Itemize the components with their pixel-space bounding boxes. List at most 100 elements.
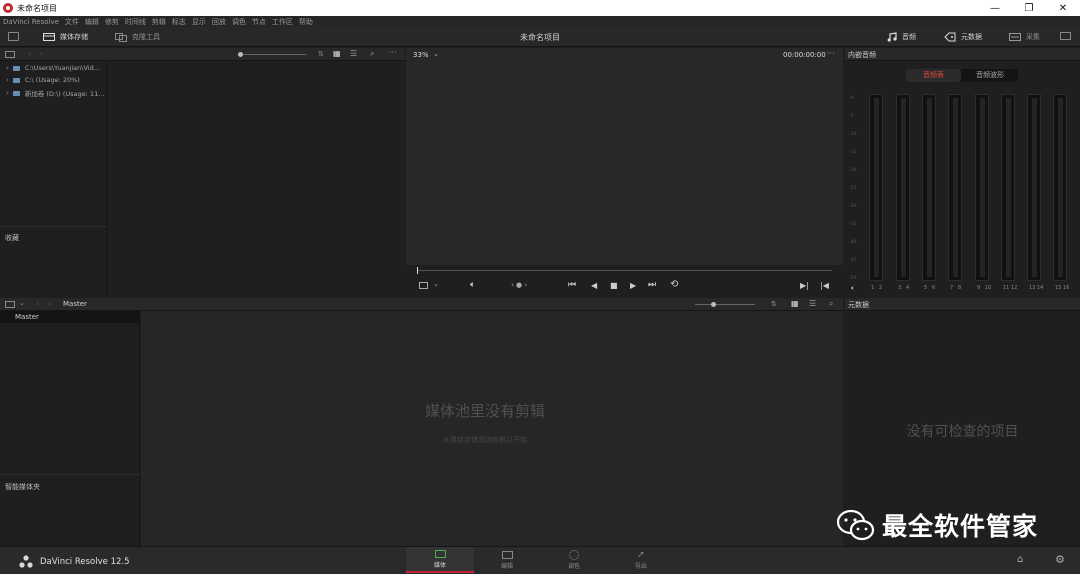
media-pool-area[interactable]: 媒体池里没有剪辑 从媒体存储添加剪辑以开始: [141, 311, 843, 546]
pool-list-view-icon[interactable]: ☰: [809, 299, 816, 308]
smart-bins-divider: [0, 474, 140, 475]
zoom-dropdown-icon[interactable]: ⌄: [433, 50, 439, 58]
search-icon[interactable]: ⌕: [370, 49, 374, 59]
menu-nodes[interactable]: 节点: [252, 17, 266, 27]
tab-audio-meters[interactable]: 音频表: [906, 69, 961, 82]
pool-zoom-handle[interactable]: [711, 302, 716, 307]
sort-icon[interactable]: ⇅: [318, 50, 324, 58]
audio-panel-header: 内嵌音频: [845, 48, 1080, 61]
mark-in-icon[interactable]: ▶|: [800, 281, 809, 290]
bin-item-label: Master: [15, 313, 39, 321]
menu-mark[interactable]: 标志: [172, 17, 186, 27]
menu-trim[interactable]: 修剪: [105, 17, 119, 27]
watermark: 最全软件管家: [836, 507, 1038, 543]
project-title: 未命名项目: [520, 33, 560, 42]
zoom-slider[interactable]: [238, 52, 306, 57]
more-options-icon[interactable]: ···: [389, 48, 397, 57]
tab-color[interactable]: 调色: [540, 547, 608, 573]
pool-grid-view-icon[interactable]: ▦: [791, 299, 799, 308]
bin-back-icon[interactable]: ‹: [36, 299, 39, 308]
channel-label: 4: [906, 285, 910, 291]
skip-to-end-icon[interactable]: ⏭︎: [648, 280, 656, 290]
viewer-display[interactable]: [406, 61, 843, 265]
settings-gear-icon[interactable]: ⚙: [1055, 553, 1065, 566]
tab-deliver[interactable]: ➚ 导出: [607, 547, 675, 573]
viewer-more-icon[interactable]: ···: [827, 49, 835, 58]
chevron-right-icon[interactable]: ›: [6, 89, 9, 97]
home-icon[interactable]: ⌂: [1017, 554, 1023, 565]
channel-label: 8: [958, 285, 962, 291]
chevron-right-icon[interactable]: ›: [6, 76, 9, 84]
bin-list-dropdown-icon[interactable]: ⌄: [19, 299, 25, 307]
skip-to-start-icon[interactable]: ⏮︎: [568, 280, 576, 290]
menu-edit[interactable]: 编辑: [85, 17, 99, 27]
media-storage-header: ‹ › ⇅ ▦ ☰ ⌕ ···: [0, 48, 405, 61]
pool-zoom-slider[interactable]: [695, 302, 755, 307]
channel-label: 7: [950, 285, 954, 291]
chevron-right-icon[interactable]: ›: [6, 64, 9, 72]
play-reverse-icon[interactable]: ◀: [591, 281, 597, 290]
channel-label: 5: [924, 285, 928, 291]
list-view-icon[interactable]: ☰: [350, 49, 357, 58]
media-storage-button[interactable]: 媒体存储: [43, 32, 88, 42]
play-icon[interactable]: ▶: [630, 281, 636, 290]
channel-label: 3: [898, 285, 902, 291]
audio-meter-bar: [948, 94, 962, 281]
close-button[interactable]: ✕: [1046, 0, 1080, 16]
tab-media[interactable]: 媒体: [406, 547, 474, 573]
tab-edit[interactable]: 编辑: [473, 547, 541, 573]
meter-scale-tick: -25: [849, 186, 857, 191]
menu-color[interactable]: 调色: [232, 17, 246, 27]
capture-button[interactable]: 采集: [1009, 32, 1040, 42]
tree-item-c-drive[interactable]: › C:\ (Usage: 20%): [6, 76, 80, 84]
menu-workspace[interactable]: 工作区: [272, 17, 293, 27]
bin-list-toggle-icon[interactable]: [5, 301, 15, 308]
sidebar-toggle-icon[interactable]: [5, 51, 15, 58]
menu-timeline[interactable]: 时间线: [125, 17, 146, 27]
loop-icon[interactable]: ⟲: [670, 279, 678, 290]
zoom-slider-handle[interactable]: [238, 52, 243, 57]
drive-icon: [12, 77, 20, 83]
viewer-size-icon[interactable]: [419, 282, 428, 289]
menu-app[interactable]: DaVinci Resolve: [3, 18, 59, 26]
volume-icon[interactable]: 🔈︎: [470, 280, 475, 290]
panel-toggle-icon[interactable]: [8, 32, 19, 41]
zoom-level[interactable]: 33%: [413, 51, 429, 59]
scrubber-track[interactable]: [417, 270, 832, 271]
channel-label: 6: [932, 285, 936, 291]
mark-out-icon[interactable]: |◀: [820, 281, 829, 290]
tab-audio-waveform[interactable]: 音频波形: [962, 69, 1018, 82]
timecode-display: 00:00:00:00: [783, 51, 826, 59]
stop-icon[interactable]: ■: [610, 281, 618, 290]
channel-label: 15: [1055, 285, 1062, 291]
menu-file[interactable]: 文件: [65, 17, 79, 27]
speaker-icon[interactable]: 🔈︎: [851, 284, 855, 293]
metadata-button[interactable]: 元数据: [944, 32, 982, 42]
bin-item-master[interactable]: Master: [0, 311, 140, 323]
tree-item-d-drive[interactable]: › 新加卷 (D:\) (Usage: 11...: [6, 88, 104, 98]
back-icon[interactable]: ‹: [28, 49, 31, 58]
playhead[interactable]: [417, 267, 418, 274]
pool-search-icon[interactable]: ⌕: [829, 299, 833, 309]
clone-tool-button[interactable]: 克隆工具: [115, 32, 160, 42]
screen-icon[interactable]: [1060, 32, 1071, 40]
channel-label: 16: [1063, 285, 1070, 291]
tree-item-videos[interactable]: › C:\Users\Yuanjian\Vid...: [6, 64, 100, 72]
maximize-button[interactable]: ❐: [1012, 0, 1046, 16]
minimize-button[interactable]: —: [978, 0, 1012, 16]
menu-help[interactable]: 帮助: [299, 17, 313, 27]
menu-view[interactable]: 显示: [192, 17, 206, 27]
forward-icon[interactable]: ›: [40, 49, 43, 58]
menu-clip[interactable]: 剪辑: [152, 17, 166, 27]
audio-button[interactable]: 音频: [887, 32, 916, 42]
tag-icon: [944, 32, 956, 42]
audio-meter-level: [1032, 98, 1037, 277]
bin-forward-icon[interactable]: ›: [48, 299, 51, 308]
media-storage-tree: › C:\Users\Yuanjian\Vid... › C:\ (Usage:…: [0, 61, 107, 297]
viewer-size-dropdown-icon[interactable]: ⌄: [433, 280, 439, 288]
edit-page-icon: [501, 550, 513, 559]
grid-view-icon[interactable]: ▦: [333, 49, 341, 58]
pool-sort-icon[interactable]: ⇅: [771, 300, 777, 308]
menu-playback[interactable]: 回放: [212, 17, 226, 27]
jog-control[interactable]: ‹ ● ›: [511, 281, 527, 289]
